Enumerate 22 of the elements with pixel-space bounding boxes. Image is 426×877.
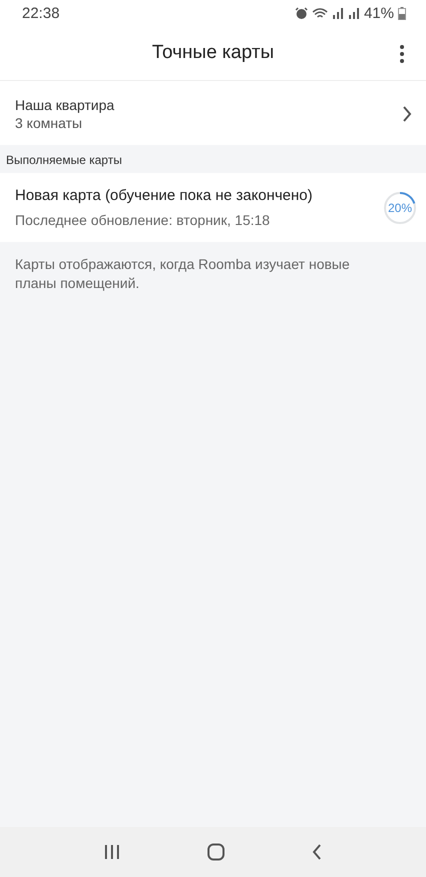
map-list-item[interactable]: Наша квартира 3 комнаты <box>0 81 426 145</box>
screen-title: Точные карты <box>152 42 274 64</box>
battery-icon <box>398 6 406 20</box>
map-name: Новая карта (обучение пока не закончено) <box>15 187 313 204</box>
map-name: Наша квартира <box>15 97 114 113</box>
back-icon[interactable] <box>312 844 322 860</box>
alarm-icon <box>294 6 308 20</box>
info-text: Карты отображаются, когда Roomba изучает новые планы помещений. <box>14 255 351 293</box>
more-vertical-icon <box>400 45 404 63</box>
map-updated: Последнее обновление: вторник, 15:18 <box>15 212 271 228</box>
wifi-icon <box>312 6 328 20</box>
home-icon[interactable] <box>206 843 225 861</box>
signal-icon <box>348 7 360 19</box>
battery-percent: 41% <box>364 4 394 22</box>
map-list-item[interactable]: Новая карта (обучение пока не закончено) Последнее обновление: вторник, 15:18 20% <box>0 173 426 242</box>
section-header: Выполняемые карты <box>5 152 123 169</box>
chevron-right-icon <box>402 106 412 122</box>
recent-apps-icon[interactable] <box>104 844 120 860</box>
clock: 22:38 <box>22 4 60 22</box>
map-subtitle: 3 комнаты <box>15 115 84 131</box>
progress-percent: 20% <box>386 200 414 214</box>
signal-icon <box>332 7 344 19</box>
